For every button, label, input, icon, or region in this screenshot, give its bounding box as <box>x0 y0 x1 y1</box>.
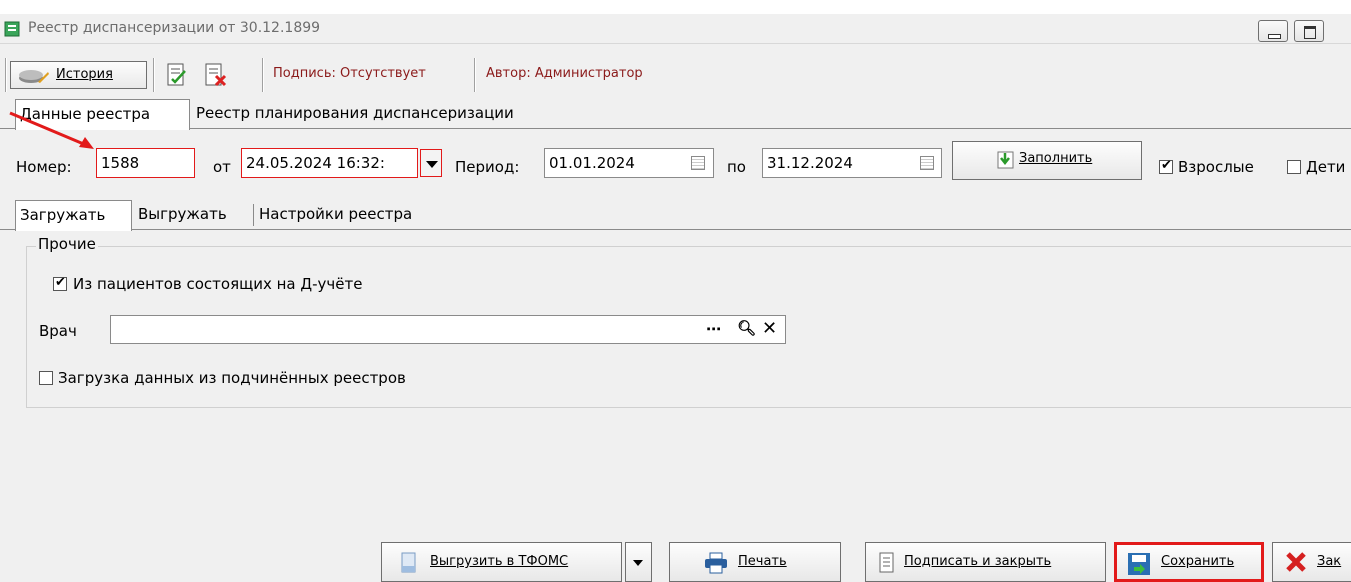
close-button[interactable]: Зак <box>1272 542 1351 582</box>
sign-close-label: Подписать и закрыть <box>904 554 1052 569</box>
print-label: Печать <box>738 554 787 569</box>
minimize-button[interactable] <box>1258 20 1288 42</box>
tab-divider <box>253 204 254 226</box>
print-button[interactable]: Печать <box>669 542 841 582</box>
sign-and-close-button[interactable]: Подписать и закрыть <box>865 542 1106 582</box>
tab-unload[interactable]: Выгружать <box>138 200 250 230</box>
export-label: Выгрузить в ТФОМС <box>430 554 569 569</box>
main-tabs: Данные реестра Реестр планирования диспа… <box>0 99 1351 130</box>
period-label: Период: <box>455 158 520 176</box>
period-from-field[interactable]: 01.01.2024 <box>544 148 714 178</box>
tab-label: Настройки реестра <box>259 205 413 223</box>
save-label: Сохранить <box>1161 554 1235 569</box>
signature-status: Подпись: Отсутствует <box>273 66 426 81</box>
inner-tabs: Загружать Выгружать Настройки реестра <box>0 200 1351 231</box>
sign-document-icon[interactable] <box>166 63 188 87</box>
window-titlebar: Реестр диспансеризации от 30.12.1899 <box>0 14 1351 44</box>
date-dropdown-button[interactable] <box>420 149 442 177</box>
date-field[interactable]: 24.05.2024 16:32: <box>241 148 418 178</box>
author-status: Автор: Администратор <box>486 66 643 81</box>
toolbar-separator <box>5 58 7 92</box>
save-button[interactable]: Сохранить <box>1114 542 1264 582</box>
fill-button[interactable]: Заполнить <box>952 141 1142 180</box>
top-strip <box>0 0 1351 14</box>
unsign-document-icon[interactable] <box>204 63 228 87</box>
tab-label: Загружать <box>20 206 106 224</box>
maximize-button[interactable] <box>1294 20 1324 42</box>
tab-label: Реестр планирования диспансеризации <box>196 104 514 122</box>
calendar-icon[interactable] <box>691 156 705 170</box>
history-label: История <box>56 67 113 82</box>
toolbar-separator <box>262 58 264 92</box>
children-checkbox[interactable] <box>1287 160 1301 174</box>
tab-label: Данные реестра <box>20 105 151 123</box>
tab-registry-data[interactable]: Данные реестра <box>15 99 190 130</box>
window-title: Реестр диспансеризации от 30.12.1899 <box>28 20 321 36</box>
search-icon[interactable]: 🔍︎ <box>737 319 760 337</box>
printer-icon <box>705 552 727 574</box>
toolbar-separator <box>474 58 476 92</box>
app-icon <box>4 21 20 37</box>
period-to-field[interactable]: 31.12.2024 <box>762 148 942 178</box>
tab-planning-registry[interactable]: Реестр планирования диспансеризации <box>196 99 596 129</box>
export-dropdown-button[interactable] <box>625 542 652 582</box>
period-to-value: 31.12.2024 <box>767 154 853 172</box>
from-label: от <box>213 158 231 176</box>
export-icon <box>401 552 416 573</box>
other-group-title: Прочие <box>36 235 98 253</box>
history-button[interactable]: История <box>10 61 147 89</box>
fill-icon <box>997 151 1014 169</box>
tab-load[interactable]: Загружать <box>15 200 132 231</box>
toolbar-separator <box>153 58 155 92</box>
subordinate-label: Загрузка данных из подчинённых реестров <box>58 369 406 387</box>
sign-close-icon <box>879 552 894 573</box>
toolbar: История Подпись: Отсутствует Автор: Адми… <box>0 58 1351 92</box>
clear-icon[interactable]: ✕ <box>762 318 781 339</box>
from-patients-label: Из пациентов состоящих на Д-учёте <box>73 275 363 293</box>
children-label: Дети <box>1306 158 1346 176</box>
calendar-icon[interactable] <box>920 156 934 170</box>
adults-checkbox[interactable] <box>1159 158 1173 174</box>
ellipsis-icon[interactable]: ⋯ <box>706 320 725 338</box>
tab-registry-settings[interactable]: Настройки реестра <box>259 200 459 230</box>
from-patients-checkbox[interactable] <box>53 275 67 291</box>
export-tfoms-button[interactable]: Выгрузить в ТФОМС <box>381 542 622 582</box>
fill-label: Заполнить <box>1019 151 1093 166</box>
doctor-field[interactable] <box>110 315 786 344</box>
adults-label: Взрослые <box>1178 158 1254 176</box>
doctor-label: Врач <box>39 322 77 340</box>
tab-label: Выгружать <box>138 205 227 223</box>
number-label: Номер: <box>16 158 72 176</box>
subordinate-checkbox[interactable] <box>39 371 53 385</box>
close-label: Зак <box>1317 554 1342 569</box>
to-label: по <box>727 158 746 176</box>
period-from-value: 01.01.2024 <box>549 154 635 172</box>
save-icon <box>1128 553 1150 575</box>
date-value: 24.05.2024 16:32: <box>246 154 385 172</box>
history-icon <box>19 70 49 83</box>
number-value: 1588 <box>101 154 140 172</box>
number-field[interactable]: 1588 <box>96 148 195 178</box>
close-icon <box>1286 552 1306 572</box>
